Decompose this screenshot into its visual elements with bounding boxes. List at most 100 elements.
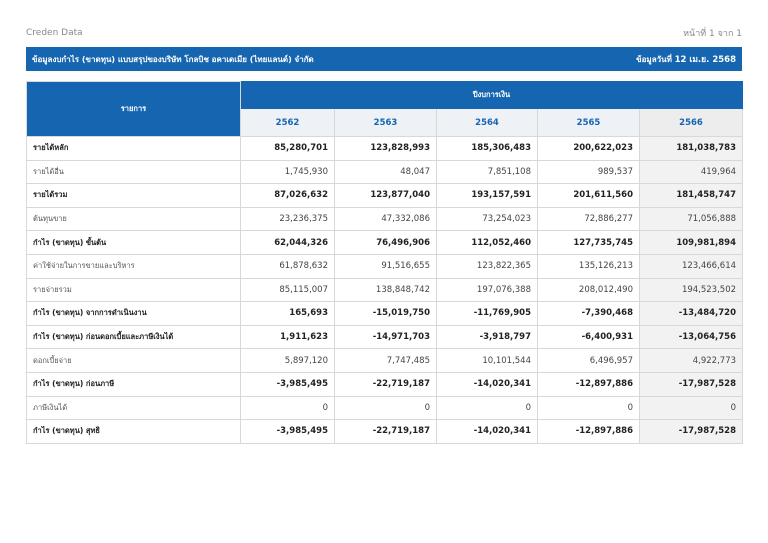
value-cell: 135,126,213 (537, 253, 640, 279)
value-cell: 62,044,326 (240, 230, 335, 255)
row-label: ค่าใช้จ่ายในการขายและบริหาร (26, 253, 241, 279)
year-header: 2562 (240, 108, 335, 137)
value-cell: 23,236,375 (240, 206, 335, 232)
table-row: กำไร (ขาดทุน) ก่อนภาษี -3,985,495 -22,719,… (26, 371, 744, 397)
value-cell: -14,020,341 (436, 371, 538, 397)
value-cell: 5,897,120 (240, 348, 335, 373)
value-cell: 4,922,773 (638, 348, 744, 373)
value-cell: -3,985,495 (240, 371, 335, 397)
value-cell: -14,020,341 (436, 419, 538, 444)
row-label: กำไร (ขาดทุน) สุทธิ (26, 419, 241, 444)
value-cell: 123,466,614 (638, 253, 744, 279)
value-cell: 193,157,591 (436, 183, 538, 208)
table-row: กำไร (ขาดทุน) ขั้นต้น 62,044,326 76,496,90… (26, 230, 744, 255)
value-cell: -3,918,797 (436, 324, 538, 350)
value-cell: -12,897,886 (537, 371, 640, 397)
value-cell: 109,981,894 (638, 230, 744, 255)
value-cell: 194,523,502 (638, 277, 744, 303)
value-cell: 0 (334, 395, 437, 421)
value-cell: 72,886,277 (537, 206, 640, 232)
value-cell: 73,254,023 (436, 206, 538, 232)
value-cell: 0 (638, 395, 744, 421)
row-label: กำไร (ขาดทุน) ก่อนภาษี (26, 371, 241, 397)
report-date-value: 12 เม.ย. 2568 (674, 55, 736, 65)
table-row: รายได้หลัก 85,280,701 123,828,993 185,306,4… (26, 136, 744, 161)
table-row: กำไร (ขาดทุน) สุทธิ -3,985,495 -22,719,187… (26, 419, 744, 444)
table-row: ต้นทุนขาย 23,236,375 47,332,086 73,254,023 7… (26, 206, 744, 232)
value-cell: -17,987,528 (638, 371, 744, 397)
value-cell: 181,038,783 (638, 136, 744, 161)
value-cell: 181,458,747 (638, 183, 744, 208)
table-row: ค่าใช้จ่ายในการขายและบริหาร 61,878,632 91,… (26, 253, 744, 279)
report-title-bar: ข้อมูลงบกำไร (ขาดทุน) แบบสรุปของบริษัท โ… (26, 47, 742, 71)
row-label: รายได้หลัก (26, 136, 241, 161)
brand-name: Creden Data (26, 28, 83, 38)
year-header: 2564 (436, 108, 538, 137)
value-cell: 6,496,957 (537, 348, 640, 373)
value-cell: -15,019,750 (334, 301, 437, 326)
value-cell: 112,052,460 (436, 230, 538, 255)
report-date-label: ข้อมูลวันที่ (636, 55, 672, 64)
value-cell: 91,516,655 (334, 253, 437, 279)
value-cell: -22,719,187 (334, 419, 437, 444)
value-cell: -7,390,468 (537, 301, 640, 326)
table-row: ดอกเบี้ยจ่าย 5,897,120 7,747,485 10,101,544… (26, 348, 744, 373)
table-row: รายได้อื่น 1,745,930 48,047 7,851,108 989,53… (26, 159, 744, 185)
value-cell: 76,496,906 (334, 230, 437, 255)
value-cell: 85,115,007 (240, 277, 335, 303)
value-cell: 7,747,485 (334, 348, 437, 373)
year-header: 2565 (537, 108, 640, 137)
year-header: 2563 (334, 108, 437, 137)
value-cell: 197,076,388 (436, 277, 538, 303)
row-label: รายจ่ายรวม (26, 277, 241, 303)
value-cell: 127,735,745 (537, 230, 640, 255)
fiscal-year-header: ปีงบการเงิน (239, 81, 744, 109)
row-label: รายได้อื่น (26, 159, 241, 185)
value-cell: 61,878,632 (240, 253, 335, 279)
value-cell: -13,484,720 (638, 301, 744, 326)
row-label: รายได้รวม (26, 183, 241, 208)
value-cell: 0 (537, 395, 640, 421)
value-cell: 123,877,040 (334, 183, 437, 208)
value-cell: 71,056,888 (638, 206, 744, 232)
value-cell: 123,828,993 (334, 136, 437, 161)
value-cell: 85,280,701 (240, 136, 335, 161)
table-row: รายจ่ายรวม 85,115,007 138,848,742 197,076,3… (26, 277, 744, 303)
value-cell: 419,964 (638, 159, 744, 185)
table-row: ภาษีเงินได้ 0 0 0 0 0 (26, 395, 744, 421)
value-cell: -13,064,756 (638, 324, 744, 350)
value-cell: -6,400,931 (537, 324, 640, 350)
row-label: กำไร (ขาดทุน) ก่อนดอกเบี้ยและภาษีเงินได้ (26, 324, 241, 350)
income-statement-table: รายการ ปีงบการเงิน 2562 2563 2564 2565 2… (26, 81, 744, 444)
value-cell: -14,971,703 (334, 324, 437, 350)
value-cell: -11,769,905 (436, 301, 538, 326)
table-row: กำไร (ขาดทุน) จากการดำเนินงาน 165,693 -15,… (26, 301, 744, 326)
value-cell: 1,911,623 (240, 324, 335, 350)
row-label: ต้นทุนขาย (26, 206, 241, 232)
value-cell: -17,987,528 (638, 419, 744, 444)
table-row: กำไร (ขาดทุน) ก่อนดอกเบี้ยและภาษีเงินได้… (26, 324, 744, 350)
value-cell: 87,026,632 (240, 183, 335, 208)
value-cell: 138,848,742 (334, 277, 437, 303)
value-cell: -22,719,187 (334, 371, 437, 397)
page-indicator: หน้าที่ 1 จาก 1 (683, 29, 742, 39)
row-label: ภาษีเงินได้ (26, 395, 241, 421)
value-cell: -12,897,886 (537, 419, 640, 444)
value-cell: 1,745,930 (240, 159, 335, 185)
value-cell: 200,622,023 (537, 136, 640, 161)
value-cell: 208,012,490 (537, 277, 640, 303)
value-cell: 185,306,483 (436, 136, 538, 161)
value-cell: 7,851,108 (436, 159, 538, 185)
value-cell: 0 (240, 395, 335, 421)
table-row: รายได้รวม 87,026,632 123,877,040 193,157,59… (26, 183, 744, 208)
value-cell: 0 (436, 395, 538, 421)
value-cell: 48,047 (334, 159, 437, 185)
row-label: ดอกเบี้ยจ่าย (26, 348, 241, 373)
value-cell: 47,332,086 (334, 206, 437, 232)
report-date: ข้อมูลวันที่ 12 เม.ย. 2568 (636, 52, 736, 66)
value-cell: 165,693 (240, 301, 335, 326)
value-cell: 201,611,560 (537, 183, 640, 208)
value-cell: 989,537 (537, 159, 640, 185)
year-header: 2566 (638, 108, 744, 137)
item-column-header: รายการ (26, 81, 241, 137)
